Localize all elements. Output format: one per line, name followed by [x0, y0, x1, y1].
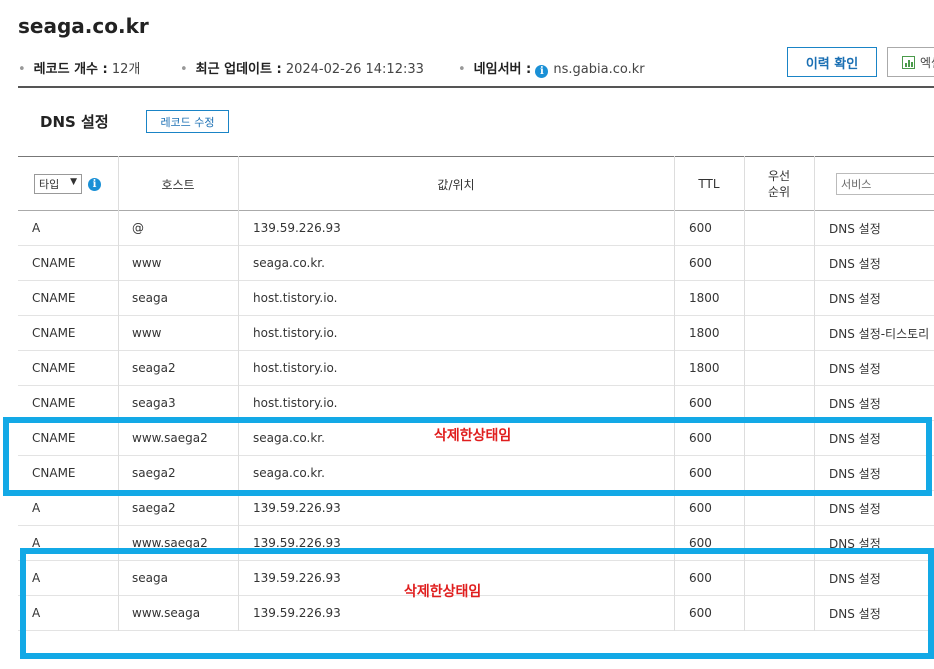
cell-value: host.tistory.io. [253, 291, 338, 305]
cell-value: seaga.co.kr. [253, 256, 325, 270]
table-row: Asaega2 139.59.226.93 600 DNS 설정 [18, 491, 934, 526]
cell-service: DNS 설정 [829, 361, 881, 376]
cell-service: DNS 설정 [829, 501, 881, 516]
header-value: 값/위치 [437, 177, 475, 192]
cell-service: DNS 설정 [829, 256, 881, 271]
cell-value: host.tistory.io. [253, 326, 338, 340]
cell-service: DNS 설정 [829, 291, 881, 306]
cell-priority [758, 281, 814, 315]
cell-value: host.tistory.io. [253, 361, 338, 375]
cell-host: @ [132, 221, 144, 235]
header-host: 호스트 [161, 177, 195, 192]
cell-ttl: 600 [689, 256, 712, 270]
cell-type: A [32, 221, 41, 235]
cell-ttl: 600 [689, 396, 712, 410]
info-icon[interactable]: i [535, 65, 549, 78]
edit-records-button[interactable]: 레코드 수정 [146, 110, 229, 133]
cell-type: CNAME [32, 326, 76, 340]
annotation-note: 삭제한상태임 [404, 584, 482, 600]
last-updated: • 최근 업데이트 : 2024-02-26 14:12:33 [180, 62, 424, 77]
table-row: CNAME seaga host.tistory.io. 1800 DNS 설정 [18, 281, 934, 316]
cell-priority [758, 246, 814, 280]
history-button[interactable]: 이력 확인 [787, 47, 877, 77]
cell-ttl: 1800 [689, 326, 720, 340]
chevron-down-icon: ▼ [70, 177, 77, 187]
nameserver: • 네임서버 : i ns.gabia.co.kr [458, 62, 645, 78]
service-filter-input[interactable]: 서비스 [836, 173, 934, 195]
cell-priority [758, 316, 814, 350]
cell-host: seaga3 [132, 396, 176, 410]
header-priority: 우선 순위 [767, 169, 791, 199]
cell-priority [758, 386, 814, 420]
cell-ttl: 1800 [689, 361, 720, 375]
cell-service: DNS 설정-티스토리 [829, 326, 930, 341]
cell-priority [758, 211, 814, 245]
cell-type: A [32, 501, 41, 515]
cell-priority [758, 491, 814, 525]
cell-value: 139.59.226.93 [253, 221, 341, 235]
cell-value: 139.59.226.93 [253, 501, 341, 515]
cell-type: CNAME [32, 396, 76, 410]
table-row: CNAME seaga2 host.tistory.io. 1800 DNS 설정 [18, 351, 934, 386]
domain-title: seaga.co.kr [18, 14, 149, 38]
cell-host: seaga [132, 291, 168, 305]
chart-icon [902, 55, 915, 69]
cell-priority [758, 351, 814, 385]
excel-button[interactable]: 엑셀 [887, 47, 934, 77]
cell-host: seaga2 [132, 361, 176, 375]
cell-service: DNS 설정 [829, 396, 881, 411]
excel-button-label: 엑셀 [920, 55, 934, 70]
cell-ttl: 600 [689, 221, 712, 235]
cell-host: www [132, 256, 162, 270]
divider [18, 86, 934, 88]
cell-value: host.tistory.io. [253, 396, 338, 410]
record-count: • 레코드 개수 : 12개 [18, 62, 141, 77]
cell-ttl: 1800 [689, 291, 720, 305]
cell-ttl: 600 [689, 501, 712, 515]
table-row: CNAME www seaga.co.kr. 600 DNS 설정 [18, 246, 934, 281]
cell-type: CNAME [32, 291, 76, 305]
cell-service: DNS 설정 [829, 221, 881, 236]
table-row: A @139.59.226.93 600 DNS 설정 [18, 211, 934, 246]
type-info-icon[interactable]: i [88, 178, 101, 191]
header-ttl: TTL [698, 177, 720, 191]
section-title: DNS 설정 [40, 113, 109, 131]
table-row: CNAME www host.tistory.io. 1800 DNS 설정-티스토리 [18, 316, 934, 351]
annotation-note: 삭제한상태임 [434, 428, 512, 444]
highlight-box [20, 548, 934, 659]
cell-host: www [132, 326, 162, 340]
cell-type: CNAME [32, 361, 76, 375]
cell-type: CNAME [32, 256, 76, 270]
cell-host: saega2 [132, 501, 176, 515]
table-header: 타입 ▼ i 호스트 값/위치 TTL 우선 순위 서비스 [18, 156, 934, 211]
table-row: CNAME seaga3 host.tistory.io. 600 DNS 설정 [18, 386, 934, 421]
type-filter-select[interactable]: 타입 ▼ [34, 174, 82, 194]
